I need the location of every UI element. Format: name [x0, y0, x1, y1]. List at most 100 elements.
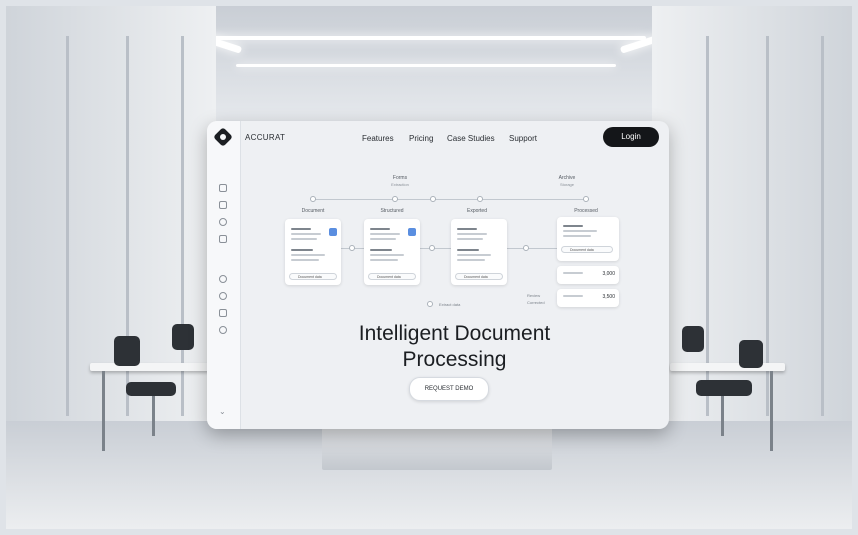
- text-line: [563, 225, 583, 227]
- wall-panel: [66, 36, 69, 416]
- checkbox-icon[interactable]: [408, 228, 416, 236]
- text-line: [563, 230, 597, 232]
- flow-node: [392, 196, 398, 202]
- login-button[interactable]: Login: [603, 127, 659, 147]
- flow-top-sub: Storage: [559, 182, 574, 187]
- mail-icon[interactable]: [219, 235, 227, 243]
- text-line: [370, 228, 390, 230]
- flow-node: [430, 196, 436, 202]
- document-icon[interactable]: [219, 184, 227, 192]
- office-chair: [696, 380, 752, 396]
- text-line: [457, 254, 491, 256]
- flow-node: [427, 301, 433, 307]
- office-chair: [114, 336, 140, 366]
- hero-title-line: Processing: [402, 348, 507, 371]
- flow-top-sub: Extraction: [391, 182, 409, 187]
- request-demo-button[interactable]: REQUEST DEMO: [409, 377, 489, 401]
- amount-card[interactable]: 3,000: [557, 266, 619, 284]
- clock-icon[interactable]: [219, 275, 227, 283]
- amount-value: 3,500: [602, 294, 615, 300]
- desk-leg: [770, 371, 773, 451]
- desk: [670, 363, 785, 371]
- flow-node: [429, 245, 435, 251]
- user-icon[interactable]: [219, 292, 227, 300]
- hero-title: Intelligent Document Processing: [240, 321, 669, 373]
- stage-label: Structured: [380, 208, 404, 214]
- field-pill[interactable]: Document data: [561, 246, 613, 253]
- office-chair: [682, 326, 704, 352]
- stage-label: Document: [301, 208, 325, 214]
- brand-logo-icon[interactable]: [213, 127, 233, 147]
- text-line: [291, 228, 311, 230]
- display-pedestal: [322, 424, 552, 470]
- text-line: [370, 259, 398, 261]
- nav-support[interactable]: Support: [509, 134, 537, 143]
- document-card[interactable]: Document data: [364, 219, 420, 285]
- text-line: [291, 238, 317, 240]
- review-sub: Corrected: [527, 300, 545, 305]
- text-line: [457, 259, 485, 261]
- desk: [90, 363, 210, 371]
- ceiling-light: [236, 64, 616, 67]
- flow-node: [310, 196, 316, 202]
- flow-node: [523, 245, 529, 251]
- flow-node: [477, 196, 483, 202]
- processed-card[interactable]: Document data: [557, 217, 619, 261]
- field-pill[interactable]: Document data: [289, 273, 337, 280]
- field-pill[interactable]: Document data: [368, 273, 416, 280]
- folder-icon[interactable]: [219, 201, 227, 209]
- office-chair: [739, 340, 763, 368]
- chair-leg: [152, 396, 155, 436]
- office-chair: [126, 382, 176, 396]
- nav-pricing[interactable]: Pricing: [409, 134, 433, 143]
- amount-card[interactable]: 3,500: [557, 289, 619, 307]
- flow-hint: Extract data: [439, 302, 461, 307]
- brand-name: ACCURAT: [245, 133, 286, 142]
- document-card[interactable]: Document data: [285, 219, 341, 285]
- document-card[interactable]: Document data: [451, 219, 507, 285]
- text-line: [370, 233, 400, 235]
- text-line: [563, 235, 591, 237]
- nav-case-studies[interactable]: Case Studies: [447, 134, 495, 143]
- field-pill[interactable]: Document data: [455, 273, 503, 280]
- nav-features[interactable]: Features: [362, 134, 394, 143]
- flow-node: [583, 196, 589, 202]
- text-line: [370, 254, 404, 256]
- text-line: [291, 259, 319, 261]
- wall-panel: [766, 36, 769, 416]
- text-line: [370, 249, 392, 251]
- text-line: [457, 228, 477, 230]
- wall-panel: [821, 36, 824, 416]
- app-window: ⌄ ACCURAT Features Pricing Case Studies …: [207, 121, 669, 429]
- hero-title-line: Intelligent Document: [358, 322, 551, 345]
- stage-label: Processed: [574, 208, 598, 214]
- ceiling-light: [206, 36, 646, 40]
- text-line: [291, 233, 321, 235]
- office-chair: [172, 324, 194, 350]
- desk-leg: [102, 371, 105, 451]
- settings-icon[interactable]: [219, 218, 227, 226]
- checkbox-icon[interactable]: [329, 228, 337, 236]
- text-line: [291, 254, 325, 256]
- flow-top-label: Forms: [392, 175, 408, 181]
- amount-value: 3,000: [602, 271, 615, 277]
- wall-panel: [706, 36, 709, 416]
- review-label: Review: [527, 293, 541, 298]
- text-line: [370, 238, 396, 240]
- text-line: [563, 272, 583, 274]
- flow-top-label: Archive: [558, 175, 576, 181]
- text-line: [457, 238, 483, 240]
- text-line: [457, 249, 479, 251]
- stage-label: Exported: [466, 208, 487, 214]
- text-line: [291, 249, 313, 251]
- text-line: [457, 233, 487, 235]
- chevron-down-icon[interactable]: ⌄: [219, 408, 227, 417]
- sidebar: ⌄: [207, 121, 241, 429]
- wall-panel: [181, 36, 184, 416]
- chart-icon[interactable]: [219, 309, 227, 317]
- flow-node: [349, 245, 355, 251]
- help-icon[interactable]: [219, 326, 227, 334]
- chair-leg: [721, 396, 724, 436]
- text-line: [563, 295, 583, 297]
- flow-connector: [313, 199, 589, 200]
